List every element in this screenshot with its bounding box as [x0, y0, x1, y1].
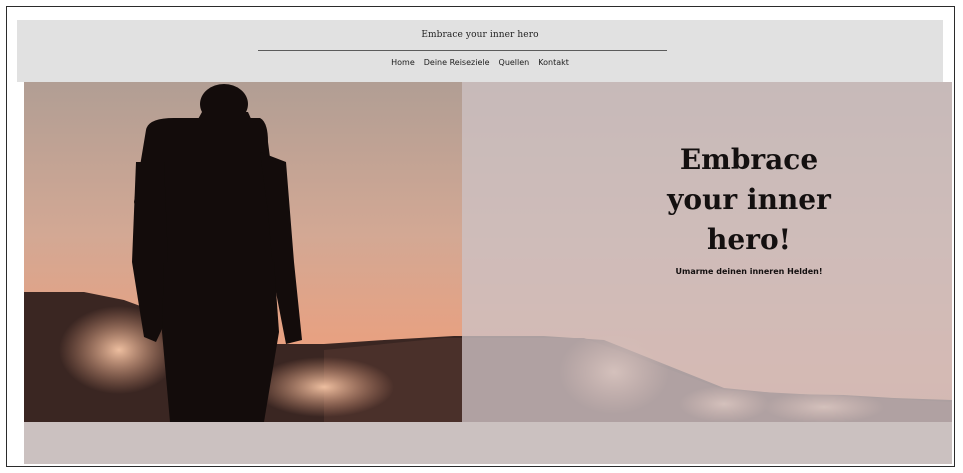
hero-heading-line1: Embrace: [679, 143, 819, 176]
nav-home[interactable]: Home: [391, 58, 415, 67]
site-title: Embrace your inner hero: [421, 30, 539, 40]
hero-heading-line2: your inner: [667, 183, 831, 216]
hero-section: Embrace your inner hero! Umarme deinen i…: [24, 82, 952, 422]
site-header: Embrace your inner hero Home Deine Reise…: [17, 20, 943, 82]
nav-quellen[interactable]: Quellen: [499, 58, 530, 67]
hero-heading-line3: hero!: [707, 223, 791, 256]
content-band: [24, 422, 952, 464]
main-nav: Home Deine Reiseziele Quellen Kontakt: [17, 58, 943, 67]
hero-subheading: Umarme deinen inneren Helden!: [675, 267, 823, 276]
nav-kontakt[interactable]: Kontakt: [538, 58, 569, 67]
hero-heading: Embrace your inner hero!: [630, 140, 868, 260]
title-divider: [258, 50, 667, 51]
nav-deine-reiseziele[interactable]: Deine Reiseziele: [424, 58, 490, 67]
